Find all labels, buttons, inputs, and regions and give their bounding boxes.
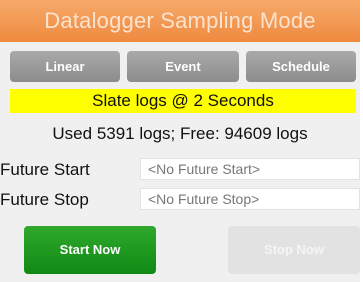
log-usage-text: Used 5391 logs; Free: 94609 logs bbox=[52, 124, 308, 143]
future-stop-label: Future Stop bbox=[0, 190, 89, 209]
schedule-mode-button[interactable]: Schedule bbox=[246, 51, 356, 82]
sampling-mode-panel: Datalogger Sampling Mode Linear Event Sc… bbox=[0, 0, 360, 282]
future-stop-field[interactable]: <No Future Stop> bbox=[140, 188, 360, 210]
stop-now-button[interactable]: Stop Now bbox=[228, 226, 360, 274]
sample-rate-banner: Slate logs @ 2 Seconds bbox=[10, 89, 356, 113]
start-now-button[interactable]: Start Now bbox=[24, 226, 156, 274]
event-mode-button[interactable]: Event bbox=[127, 51, 239, 82]
linear-mode-button[interactable]: Linear bbox=[10, 51, 120, 82]
future-start-field[interactable]: <No Future Start> bbox=[140, 158, 360, 180]
future-start-label: Future Start bbox=[0, 160, 90, 179]
page-title: Datalogger Sampling Mode bbox=[0, 0, 360, 42]
